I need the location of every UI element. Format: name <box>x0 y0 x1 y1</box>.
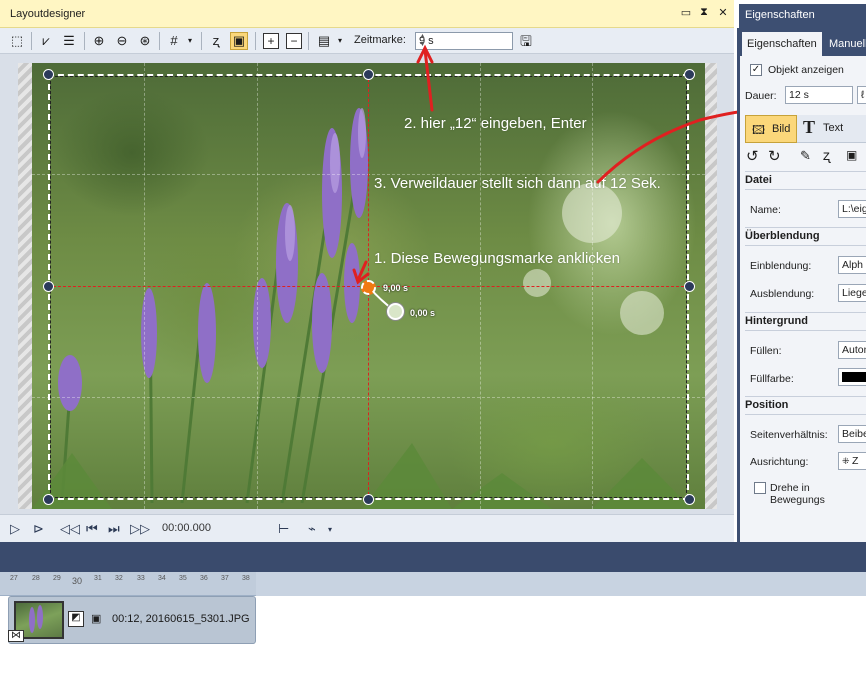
section-divider <box>745 171 866 172</box>
motion-tool-icon[interactable]: ⌁ <box>308 521 316 537</box>
ausrichtung-value: Z <box>852 455 859 467</box>
section-ueberblendung: Überblendung <box>745 230 820 242</box>
ruler-tick: 36 <box>200 575 208 582</box>
playback-time: 00:00.000 <box>162 522 211 534</box>
objekt-anzeigen-label: Objekt anzeigen <box>768 64 844 76</box>
dauer-value: 12 s <box>789 89 809 101</box>
image-icon: 🖾 <box>752 123 766 137</box>
color-swatch <box>842 372 866 382</box>
subtab-text-label[interactable]: Text <box>823 122 843 134</box>
objekt-anzeigen-checkbox[interactable]: ✓ <box>750 64 762 76</box>
rotate-left-icon[interactable]: ↺ <box>746 147 759 165</box>
ausblendung-select[interactable]: Liege <box>838 284 866 302</box>
fuellfarbe-picker[interactable] <box>838 368 866 386</box>
section-divider <box>745 312 866 313</box>
play-from-cursor-icon[interactable]: ⊳ <box>33 521 44 537</box>
fuellfarbe-label: Füllfarbe: <box>750 373 794 385</box>
camera-icon[interactable]: ▣ <box>91 612 101 625</box>
section-divider <box>745 396 866 397</box>
seitenverhaeltnis-value: Beibe <box>842 428 866 440</box>
dauer-label: Dauer: <box>745 90 777 102</box>
playback-bar: ▷ ⊳ ◁◁ ⏮ ⏭ ▷▷ ⊢ ⌁ ▾ <box>0 514 734 542</box>
image-effect-icon[interactable]: ◩ <box>68 611 84 627</box>
ausrichtung-select[interactable]: ⁜ Z <box>838 452 866 470</box>
ruler-tick: 38 <box>242 575 250 582</box>
clip-label: 00:12, 20160615_5301.JPG <box>112 613 250 625</box>
properties-titlebar: Eigenschaften <box>739 4 866 28</box>
ausrichtung-label: Ausrichtung: <box>750 456 809 468</box>
ruler-tick: 31 <box>94 575 102 582</box>
chevron-down-icon[interactable]: ▾ <box>328 525 332 534</box>
tab-eigenschaften[interactable]: Eigenschaften <box>742 32 822 56</box>
timeline-empty-area <box>256 572 866 596</box>
ausblendung-label: Ausblendung: <box>750 288 815 300</box>
marker-icon[interactable]: ⊢ <box>278 521 289 537</box>
ruler-tick: 28 <box>32 575 40 582</box>
timeline-toolbar <box>0 542 866 572</box>
section-divider <box>745 330 866 331</box>
camera-icon[interactable]: ▣ <box>846 148 857 162</box>
seitenverhaeltnis-label: Seitenverhältnis: <box>750 429 828 441</box>
fuellen-select[interactable]: Autom <box>838 341 866 359</box>
ruler-tick: 35 <box>179 575 187 582</box>
einblendung-value: Alph <box>842 259 864 271</box>
name-input[interactable]: L:\eig <box>838 200 866 218</box>
rewind-icon[interactable]: ◁◁ <box>60 521 80 537</box>
pen-icon[interactable]: ✎ <box>800 148 811 164</box>
align-icon: ⁜ <box>842 456 853 466</box>
text-icon[interactable]: T <box>803 117 815 138</box>
section-hintergrund: Hintergrund <box>745 315 808 327</box>
link-icon[interactable]: ℓ <box>857 86 866 104</box>
curve-icon[interactable]: ʐ <box>823 147 830 163</box>
play-icon[interactable]: ▷ <box>10 521 20 537</box>
fuellen-value: Autom <box>842 344 866 356</box>
ruler-tick: 29 <box>53 575 61 582</box>
name-value: L:\eig <box>842 203 866 215</box>
transition-icon[interactable]: ⋈ <box>8 630 24 642</box>
einblendung-select[interactable]: Alph <box>838 256 866 274</box>
einblendung-label: Einblendung: <box>750 260 812 272</box>
ruler-tick: 37 <box>221 575 229 582</box>
properties-title: Eigenschaften <box>745 9 815 21</box>
drehe-checkbox[interactable] <box>754 482 766 494</box>
section-divider <box>745 189 866 190</box>
ruler-tick: 30 <box>72 576 83 586</box>
ruler-tick: 34 <box>158 575 166 582</box>
ruler-tick: 32 <box>115 575 123 582</box>
name-label: Name: <box>750 204 781 216</box>
section-divider <box>745 227 866 228</box>
seitenverhaeltnis-select[interactable]: Beibe <box>838 425 866 443</box>
ausblendung-value: Liege <box>842 287 866 299</box>
previous-icon[interactable]: ⏮ <box>86 521 98 537</box>
section-divider <box>745 245 866 246</box>
section-datei: Datei <box>745 174 772 186</box>
ruler-tick: 27 <box>10 575 18 582</box>
fast-forward-icon[interactable]: ▷▷ <box>130 521 150 537</box>
ruler-tick: 33 <box>137 575 145 582</box>
section-divider <box>745 414 866 415</box>
next-icon[interactable]: ⏭ <box>108 521 120 537</box>
rotate-right-icon[interactable]: ↻ <box>768 147 781 165</box>
dauer-input[interactable]: 12 s <box>785 86 853 104</box>
tab-manuell[interactable]: Manuell <box>824 32 866 56</box>
section-position: Position <box>745 399 789 411</box>
drehe-label: Drehe in Bewegungs <box>770 482 825 506</box>
fuellen-label: Füllen: <box>750 345 782 357</box>
subtab-bild-label: Bild <box>772 123 791 135</box>
